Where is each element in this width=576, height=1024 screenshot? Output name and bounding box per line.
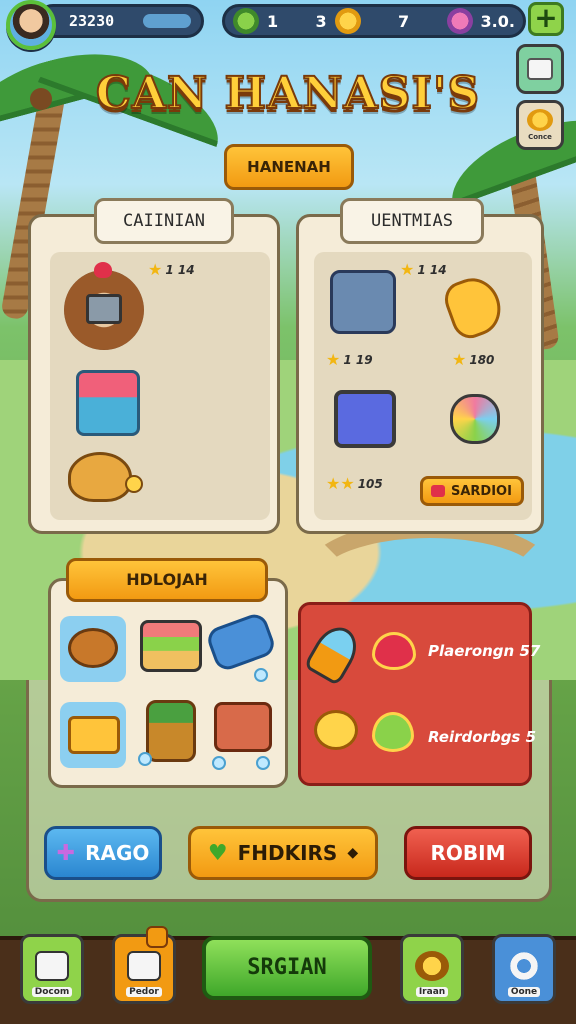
critter-icon[interactable] xyxy=(68,452,143,502)
cake-icon[interactable] xyxy=(140,620,202,672)
resource-value: 1 xyxy=(267,11,279,31)
nav-settings-button[interactable]: Iraan xyxy=(400,934,464,1004)
progress-bar xyxy=(143,14,191,28)
resource-value: 3 xyxy=(315,11,327,31)
action-orange-label: FHDKIRS xyxy=(237,841,338,865)
coins-button-label: Conce xyxy=(528,133,552,141)
item-stat: ★ 1 14 xyxy=(148,260,195,279)
bubble xyxy=(256,756,270,770)
resource-clover[interactable]: 1 xyxy=(233,8,278,34)
target-icon xyxy=(507,951,541,981)
action-blue-label: RAGO xyxy=(85,841,150,865)
star-icon: ★ xyxy=(148,260,163,279)
sun-icon xyxy=(314,710,358,750)
reward-row-2: Reirdorbgs 5 xyxy=(428,728,537,746)
reward-row-1: Plaerongn 57 xyxy=(428,642,541,660)
game-title: CAN HANASI'S xyxy=(95,67,481,120)
crate-icon[interactable] xyxy=(76,370,140,436)
star-icon: ★ xyxy=(452,350,467,369)
gear-icon xyxy=(415,951,449,981)
star-icon: ★ xyxy=(400,260,415,279)
item-stat: ★★ 105 xyxy=(326,474,383,493)
bag-icon[interactable] xyxy=(330,270,396,334)
action-red-button[interactable]: ROBIM xyxy=(404,826,532,880)
action-red-label: ROBIM xyxy=(430,841,506,865)
tag-icon xyxy=(431,485,445,497)
right-top-stat: ★ 1 14 xyxy=(400,260,447,279)
nav-target-button[interactable]: Oone xyxy=(492,934,556,1004)
add-currency-button[interactable]: + xyxy=(528,2,564,36)
heart-icon xyxy=(94,262,112,278)
slot-sausage[interactable] xyxy=(60,616,126,682)
bubble xyxy=(254,668,268,682)
hat-icon xyxy=(127,951,161,981)
shield-log-icon[interactable] xyxy=(64,262,144,350)
action-orange-button[interactable]: ♥ FHDKIRS ◆ xyxy=(188,826,378,880)
monitor-icon[interactable] xyxy=(334,390,396,448)
nav-center-button[interactable]: SRGIAN xyxy=(202,936,372,1000)
resource-coin-2[interactable]: 7 xyxy=(398,12,409,31)
slot-butter[interactable] xyxy=(60,702,126,768)
item-stat: ★ 180 xyxy=(452,350,495,369)
sausage-icon xyxy=(68,628,118,668)
gem-cluster-icon[interactable] xyxy=(450,394,500,444)
bubble xyxy=(138,752,152,766)
gem-icon xyxy=(446,8,473,34)
coin-icon xyxy=(334,8,361,34)
heart-icon xyxy=(372,712,414,752)
nav-label: Oone xyxy=(507,987,541,997)
left-card-tab[interactable]: CAIINIAN xyxy=(94,198,234,244)
plant-pot-icon[interactable] xyxy=(146,700,196,762)
right-card-tab[interactable]: UENTMIAS xyxy=(340,198,484,244)
nav-label: Docom xyxy=(31,987,73,997)
right-card-button[interactable]: SARDIOI xyxy=(420,476,524,506)
item-stat: ★ 1 19 xyxy=(326,350,373,369)
resource-value: 7 xyxy=(398,11,410,31)
resource-bar: 1 3 7 3.0. xyxy=(222,4,526,38)
subtitle-button[interactable]: HANENAH xyxy=(224,144,354,190)
butter-icon xyxy=(68,716,120,754)
player-avatar[interactable] xyxy=(6,0,56,50)
diamond-icon: ◆ xyxy=(347,845,359,861)
bubble xyxy=(212,756,226,770)
notification-badge xyxy=(146,926,168,948)
player-coins-value: 23230 xyxy=(69,12,115,30)
nav-label: Pedor xyxy=(126,987,162,997)
star-icon: ★ xyxy=(326,350,341,369)
star-icon: ★★ xyxy=(326,474,355,493)
action-blue-button[interactable]: ✚ RAGO xyxy=(44,826,162,880)
treasure-chest-icon[interactable] xyxy=(214,702,272,752)
player-coins-pill[interactable]: 23230 xyxy=(36,4,204,38)
resource-gem[interactable]: 3.0. xyxy=(446,8,515,34)
bottom-left-tab[interactable]: HDLOJAH xyxy=(66,558,268,602)
puzzle-icon: ✚ xyxy=(56,840,76,866)
nav-home-button[interactable]: Docom xyxy=(20,934,84,1004)
clover-icon xyxy=(233,8,259,34)
house-icon xyxy=(35,951,69,981)
right-card-button-label: SARDIOI xyxy=(451,483,512,499)
resource-value: 3.0. xyxy=(480,11,515,31)
heart-icon xyxy=(372,632,416,670)
resource-coin[interactable]: 3 xyxy=(316,8,361,34)
heart-icon: ♥ xyxy=(207,840,228,866)
nav-label: Iraan xyxy=(415,987,449,997)
